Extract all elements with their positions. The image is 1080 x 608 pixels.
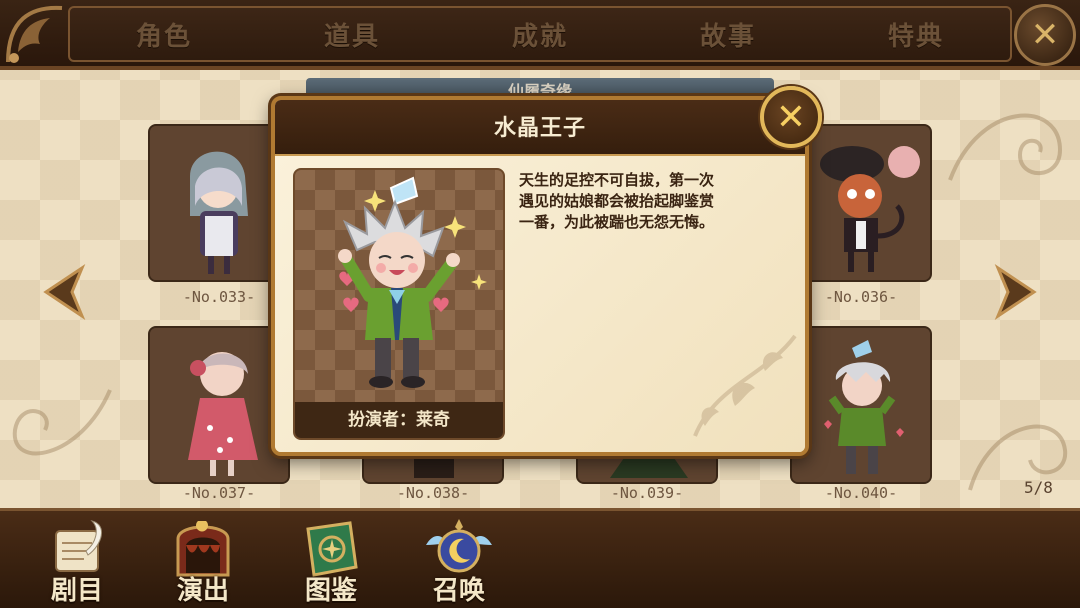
nav-summon-button[interactable]: 召唤 <box>404 511 514 608</box>
tab-items[interactable]: 道具 <box>277 16 427 53</box>
tab-bonus[interactable]: 特典 <box>841 16 991 53</box>
character-card[interactable] <box>790 326 932 484</box>
top-close-button[interactable]: ✕ <box>1014 4 1076 66</box>
description-line: 天生的足控不可自拔，第一次 <box>519 171 715 189</box>
tab-achievements[interactable]: 成就 <box>465 16 615 53</box>
close-icon: ✕ <box>775 96 807 138</box>
card-number: -No.038- <box>396 484 470 502</box>
corner-ornament-icon <box>6 5 63 63</box>
tab-story[interactable]: 故事 <box>653 16 803 53</box>
background-swirl-icon <box>12 389 112 456</box>
crystal-prince-portrait-icon <box>338 176 487 388</box>
character-description: 天生的足控不可自拔，第一次 遇见的姑娘都会被抬起脚鉴赏 一番，为此被踹也无怨无悔… <box>519 170 785 233</box>
nav-repertoire-button[interactable]: 剧目 <box>22 511 132 608</box>
nav-encyclopedia-button[interactable]: 图鉴 <box>276 511 386 608</box>
character-card[interactable] <box>790 124 932 282</box>
tab-characters[interactable]: 角色 <box>89 16 239 53</box>
close-icon: ✕ <box>1030 15 1060 55</box>
character-card[interactable] <box>148 124 290 282</box>
card-number: -No.036- <box>824 288 898 306</box>
character-portrait-icon <box>150 126 288 280</box>
modal-header: 水晶王子 <box>275 100 805 156</box>
background-swirl-icon <box>968 424 1068 491</box>
performer-label: 扮演者：莱奇 <box>295 402 503 438</box>
description-line: 一番，为此被踹也无怨无悔。 <box>519 213 715 231</box>
description-line: 遇见的姑娘都会被抬起脚鉴赏 <box>519 192 715 210</box>
character-portrait-icon <box>150 328 288 482</box>
modal-title: 水晶王子 <box>493 116 586 141</box>
background-swirl-icon <box>948 113 1063 181</box>
nav-performance-button[interactable]: 演出 <box>148 511 258 608</box>
character-detail-modal: 水晶王子 扮演者：莱奇 天生的足控不可自拔，第一次 遇见的姑娘都会被抬起脚鉴赏 … <box>271 96 809 456</box>
top-tab-bar: 角色 道具 成就 故事 特典 ✕ <box>0 0 1080 70</box>
character-portrait-frame: 扮演者：莱奇 <box>293 168 505 440</box>
page-indicator: 5/8 <box>1024 478 1053 497</box>
nav-label: 演出 <box>176 576 229 606</box>
character-portrait-icon <box>792 126 930 280</box>
nav-label: 剧目 <box>50 576 103 606</box>
leaf-ornament-icon <box>693 334 797 437</box>
modal-body: 扮演者：莱奇 天生的足控不可自拔，第一次 遇见的姑娘都会被抬起脚鉴赏 一番，为此… <box>275 156 805 452</box>
card-number: -No.040- <box>824 484 898 502</box>
character-portrait-icon <box>792 328 930 482</box>
card-number: -No.033- <box>182 288 256 306</box>
character-card[interactable] <box>148 326 290 484</box>
bottom-nav-bar: 剧目 演出 图鉴 召唤 <box>0 508 1080 608</box>
tab-strip: 角色 道具 成就 故事 特典 <box>68 6 1012 62</box>
card-number: -No.037- <box>182 484 256 502</box>
card-number: -No.039- <box>610 484 684 502</box>
prev-page-arrow-icon[interactable] <box>38 262 88 322</box>
nav-label: 图鉴 <box>304 576 357 606</box>
nav-label: 召唤 <box>432 576 485 606</box>
modal-close-button[interactable]: ✕ <box>760 86 822 148</box>
next-page-arrow-icon[interactable] <box>992 262 1042 322</box>
